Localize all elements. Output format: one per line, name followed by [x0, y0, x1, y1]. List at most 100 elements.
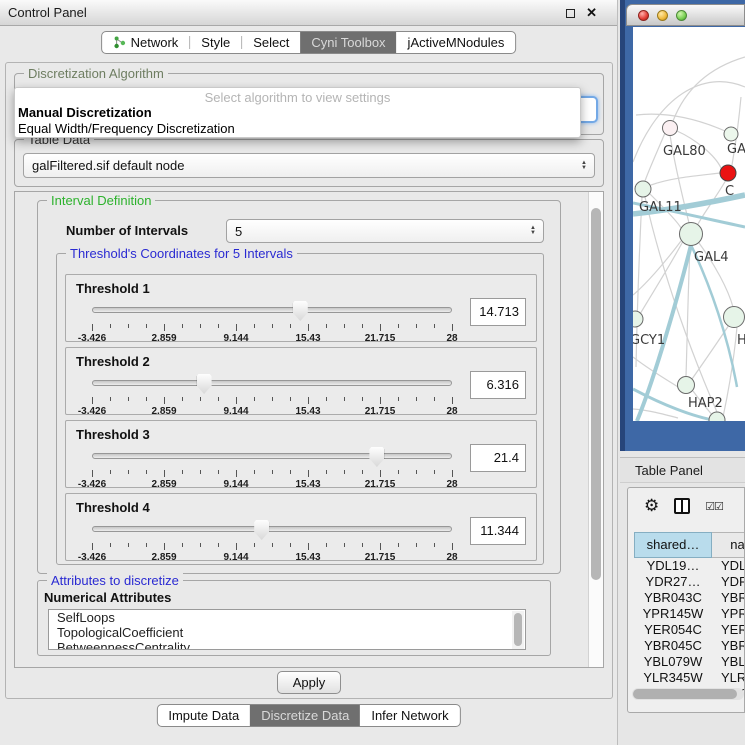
- panel-scrollbar[interactable]: [588, 192, 603, 667]
- apply-button[interactable]: Apply: [277, 671, 341, 694]
- tick-mark: [182, 470, 183, 474]
- threshold-value-field[interactable]: 21.4: [470, 444, 526, 472]
- slider-thumb[interactable]: [293, 301, 308, 321]
- zoom-traffic-light[interactable]: [676, 10, 687, 21]
- slider-ticks: [92, 324, 452, 332]
- cell-name[interactable]: YBR0: [712, 590, 745, 606]
- network-node[interactable]: [720, 165, 736, 181]
- tick-mark: [254, 324, 255, 328]
- threshold-slider[interactable]: -3.4262.8599.14415.4321.71528: [92, 373, 452, 393]
- table-row[interactable]: YDR27…YDR2: [634, 574, 745, 590]
- threshold-value-field[interactable]: 14.713: [470, 298, 526, 326]
- table-row[interactable]: YPR145WYPR1: [634, 606, 745, 622]
- tick-mark: [128, 470, 129, 474]
- network-node[interactable]: [663, 121, 678, 136]
- column-layout-icon[interactable]: [674, 498, 690, 514]
- cell-name[interactable]: YBR0: [712, 638, 745, 654]
- table-row[interactable]: YDL19…YDL1: [634, 558, 745, 574]
- float-window-icon[interactable]: [566, 9, 575, 18]
- cell-name[interactable]: YDR2: [712, 574, 745, 590]
- cell-shared-name[interactable]: YDR27…: [634, 574, 712, 590]
- slider-thumb[interactable]: [254, 520, 269, 540]
- tick-mark: [272, 397, 273, 401]
- tab-network[interactable]: Network: [102, 32, 190, 53]
- attribute-item[interactable]: BetweennessCentrality: [49, 640, 525, 650]
- tab-select[interactable]: Select: [242, 32, 300, 53]
- tick-mark: [92, 543, 93, 550]
- table-header-row: shared… name: [634, 532, 745, 558]
- close-icon[interactable]: ✕: [586, 0, 597, 26]
- tab-impute-data[interactable]: Impute Data: [157, 705, 250, 726]
- network-node[interactable]: [633, 311, 643, 327]
- network-canvas[interactable]: GAL80GACGAL11GAL4GCY1HHAP2: [633, 27, 745, 421]
- select-columns-icon[interactable]: ☑☑: [705, 500, 723, 513]
- threshold-slider[interactable]: -3.4262.8599.14415.4321.71528: [92, 300, 452, 320]
- cell-shared-name[interactable]: YBR043C: [634, 590, 712, 606]
- tick-mark: [218, 324, 219, 328]
- attribute-item[interactable]: SelfLoops: [49, 610, 525, 625]
- tab-jactivemnodules[interactable]: jActiveMNodules: [397, 32, 516, 53]
- close-traffic-light[interactable]: [638, 10, 649, 21]
- slider-track[interactable]: [92, 380, 452, 386]
- column-header-name[interactable]: name: [712, 532, 745, 558]
- list-scrollbar-thumb[interactable]: [514, 613, 522, 646]
- table-data-combobox[interactable]: galFiltered.sif default node ▲▼: [23, 153, 595, 178]
- panel-scrollbar-thumb[interactable]: [591, 208, 601, 580]
- tab-style[interactable]: Style: [190, 32, 241, 53]
- interval-definition-group: Interval Definition Number of Intervals …: [37, 200, 561, 574]
- gear-icon[interactable]: ⚙: [644, 496, 659, 516]
- threshold-value-field[interactable]: 11.344: [470, 517, 526, 545]
- list-scrollbar[interactable]: [512, 611, 524, 649]
- cell-shared-name[interactable]: YER054C: [634, 622, 712, 638]
- table-row[interactable]: YLR345WYLR3: [634, 670, 745, 686]
- cell-shared-name[interactable]: YLR345W: [634, 670, 712, 686]
- cell-shared-name[interactable]: YBR045C: [634, 638, 712, 654]
- threshold-slider[interactable]: -3.4262.8599.14415.4321.71528: [92, 446, 452, 466]
- minimize-traffic-light[interactable]: [657, 10, 668, 21]
- cell-shared-name[interactable]: YDL19…: [634, 558, 712, 574]
- slider-thumb[interactable]: [197, 374, 212, 394]
- threshold-value-field[interactable]: 6.316: [470, 371, 526, 399]
- attributes-to-discretize-title: Attributes to discretize: [47, 573, 183, 588]
- slider-track[interactable]: [92, 526, 452, 532]
- tab-cyni-toolbox[interactable]: Cyni Toolbox: [300, 32, 396, 53]
- network-node[interactable]: [635, 181, 651, 197]
- slider-thumb[interactable]: [369, 447, 384, 467]
- slider-track[interactable]: [92, 307, 452, 313]
- dropdown-placeholder-option[interactable]: Select algorithm to view settings: [15, 88, 580, 105]
- dropdown-option-manual-discretization[interactable]: Manual Discretization: [15, 105, 580, 121]
- top-tab-bar: Network Style Select Cyni Toolbox jActiv…: [101, 31, 517, 54]
- tab-discretize-data[interactable]: Discretize Data: [250, 705, 360, 726]
- network-node[interactable]: [680, 223, 703, 246]
- network-node[interactable]: [678, 377, 695, 394]
- table-row[interactable]: YER054CYER0: [634, 622, 745, 638]
- cell-name[interactable]: YBL0: [712, 654, 745, 670]
- table-row[interactable]: YBR043CYBR0: [634, 590, 745, 606]
- cell-name[interactable]: YPR1: [712, 606, 745, 622]
- threshold-label: Threshold 4: [66, 494, 536, 515]
- slider-tick-labels: -3.4262.8599.14415.4321.71528: [92, 406, 452, 418]
- cell-name[interactable]: YDL1: [712, 558, 745, 574]
- cell-shared-name[interactable]: YBL079W: [634, 654, 712, 670]
- attribute-item[interactable]: TopologicalCoefficient: [49, 625, 525, 640]
- column-header-shared-name[interactable]: shared…: [634, 532, 712, 558]
- cell-name[interactable]: YLR3: [712, 670, 745, 686]
- number-of-intervals-combobox[interactable]: 5 ▲▼: [226, 219, 544, 243]
- cell-shared-name[interactable]: YPR145W: [634, 606, 712, 622]
- slider-track[interactable]: [92, 453, 452, 459]
- tick-label: 2.859: [151, 552, 176, 563]
- table-horizontal-scrollbar-thumb[interactable]: [633, 689, 737, 699]
- tick-mark: [200, 324, 201, 328]
- network-node[interactable]: [724, 127, 738, 141]
- tick-mark: [344, 397, 345, 401]
- tab-infer-network[interactable]: Infer Network: [360, 705, 459, 726]
- table-panel: ⚙ ☑☑ shared… name YDL19…YDL1YDR27…YDR2YB…: [627, 487, 745, 713]
- table-row[interactable]: YBR045CYBR0: [634, 638, 745, 654]
- network-node[interactable]: [724, 307, 745, 328]
- tick-mark: [326, 397, 327, 401]
- threshold-slider[interactable]: -3.4262.8599.14415.4321.71528: [92, 519, 452, 539]
- dropdown-option-equal-width-frequency[interactable]: Equal Width/Frequency Discretization: [15, 121, 580, 137]
- cell-name[interactable]: YER0: [712, 622, 745, 638]
- table-horizontal-scrollbar[interactable]: [632, 688, 744, 700]
- table-row[interactable]: YBL079WYBL0: [634, 654, 745, 670]
